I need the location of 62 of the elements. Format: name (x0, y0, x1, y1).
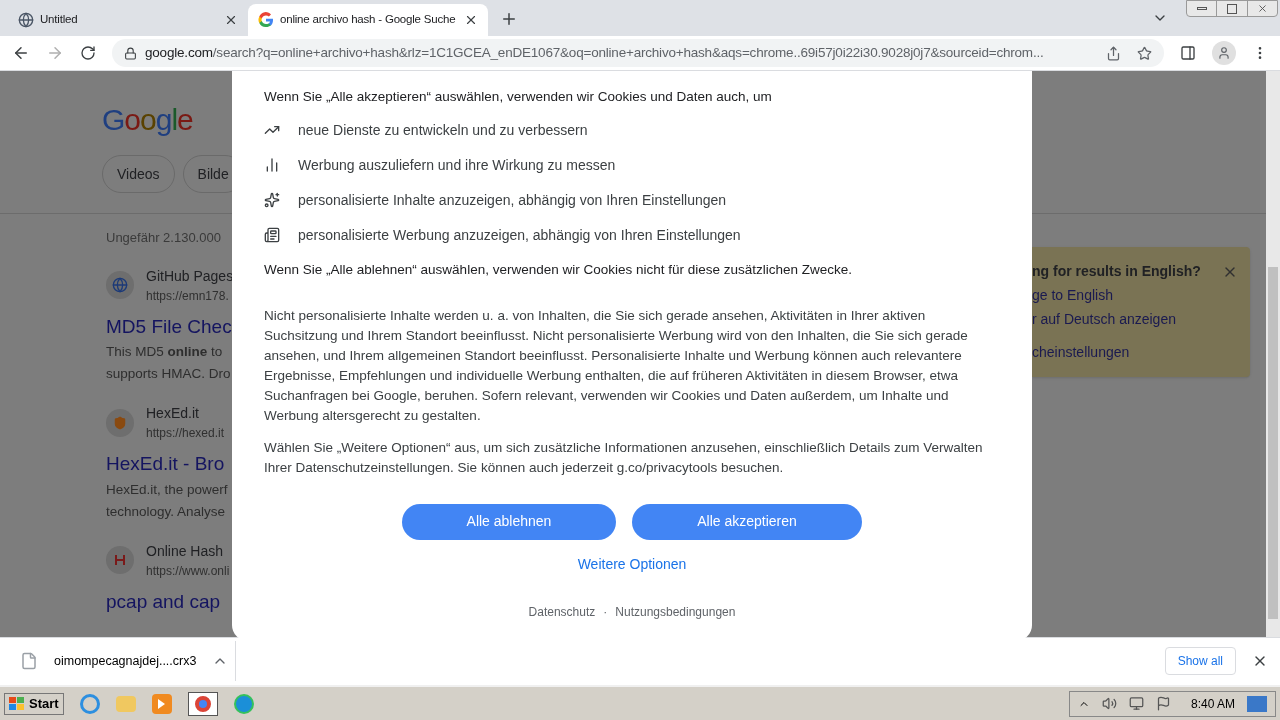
speaker-icon[interactable] (1101, 696, 1117, 712)
tab-title: online archivo hash - Google Suche (280, 12, 457, 28)
url-text: google.com/search?q=online+archivo+hash&rlz=1C1GCEA_enDE1067&oq=online+archivo+hash&aqs=chrome..69i57j0i22i30.9028j0j7&sourceid=chrom... (145, 43, 1045, 62)
result-snippet: HexEd.it, the powerf (106, 480, 229, 499)
card-link[interactable]: ge to English (1032, 285, 1238, 307)
download-item[interactable]: oimompecagnajdej....crx3 (20, 641, 236, 682)
start-button[interactable]: Start (4, 692, 64, 715)
bullet-text: Werbung auszuliefern und ihre Wirkung zu messen (298, 155, 616, 175)
result-count: Ungefähr 2.130.000 (106, 229, 222, 248)
result-snippet: technology. Analyse (106, 502, 227, 521)
card-title: ng for results in English? (1032, 262, 1201, 282)
reload-icon[interactable] (80, 45, 96, 62)
newspaper-icon (264, 227, 280, 244)
scrollbar[interactable] (1266, 71, 1280, 637)
site-name: HexEd.it (146, 404, 200, 424)
accept-button[interactable]: Alle akzeptieren (632, 503, 862, 540)
address-field[interactable]: google.com/search?q=online+archivo+hash&rlz=1C1GCEA_enDE1067&oq=online+archivo+hash&aqs=chrome..69i57j0i22i30.9028j0j7&sourceid=chrom... (112, 39, 1164, 68)
windows-logo-icon (9, 696, 25, 711)
profile-icon[interactable] (1212, 41, 1236, 66)
side-panel-icon[interactable] (1180, 45, 1196, 62)
globe-icon (18, 11, 34, 28)
info-paragraph: Nicht personalisierte Inhalte werden u. a. von Inhalten, die Sie sich gerade ansehen, Aktivitäten in Ihrer aktiven Suchsitzung und Ihrem Standort beeinflusst. Nicht personalisierte Werbung wird von den Inhalten, die Sie sich gerade ansehen, und Ihrem allgemeinen Standort beeinflusst. Personalisierte Inhalte und Werbung können auch relevantere Ergebnisse, Empfehlungen und individuelle Werbung enthalten, die auf früheren Aktivitäten in diesem Browser, etwa Suchanfragen bei Google, beruhen. Sofern relevant, verwenden wir Cookies und Daten außerdem, um Inhalte und Werbung altersgerecht zu gestalten. (264, 306, 969, 425)
bullet-text: personalisierte Inhalte anzuzeigen, abhängig von Ihren Einstellungen (298, 190, 727, 210)
terms-link[interactable]: Nutzungsbedingungen (615, 602, 736, 621)
sparkle-icon (264, 192, 280, 209)
file-name: oimompecagnajdej....crx3 (54, 653, 197, 671)
reject-button[interactable]: Alle ablehnen (402, 503, 616, 540)
bullet-text: personalisierte Werbung anzuzeigen, abhängig von Ihren Einstellungen (298, 225, 741, 245)
google-logo: Google (102, 105, 193, 136)
card-link[interactable]: cheinstellungen (1032, 342, 1238, 364)
site-url: https://hexed.it (146, 425, 225, 443)
google-icon (258, 11, 274, 28)
browser-tab[interactable]: online archivo hash - Google Suche (248, 3, 488, 36)
result-snippet: This MD5 online to (106, 343, 224, 362)
file-icon (20, 652, 38, 671)
share-icon[interactable] (1106, 45, 1121, 61)
tab-title: Untitled (40, 12, 79, 28)
network-icon[interactable] (1128, 696, 1144, 712)
card-link[interactable]: r auf Deutsch anzeigen (1032, 309, 1238, 331)
shield-icon (106, 408, 134, 437)
clock: 8:40 AM (1190, 695, 1235, 713)
intro-text: Wenn Sie „Alle akzeptieren“ auswählen, verwenden wir Cookies und Daten auch, um (264, 88, 773, 107)
site-name: Online Hash (146, 541, 225, 561)
bookmark-icon[interactable] (1137, 45, 1152, 61)
result-snippet: supports HMAC. Dro (106, 365, 232, 384)
reject-note: Wenn Sie „Alle ablehnen“ auswählen, verwenden wir Cookies nicht für diese zusätzlichen Zwecke. (264, 260, 854, 279)
letter-h-icon (106, 546, 134, 575)
bullet-text: neue Dienste zu entwickeln und zu verbessern (298, 120, 588, 140)
chrome-icon[interactable] (187, 691, 218, 716)
separator-dot: · (603, 603, 608, 621)
flag-icon[interactable] (1155, 696, 1171, 712)
site-name: GitHub Pages (146, 266, 234, 286)
privacy-link[interactable]: Datenschutz (528, 602, 596, 621)
site-url: https://emn178. (146, 287, 230, 305)
media-player-icon[interactable] (151, 693, 172, 714)
show-all-button[interactable]: Show all (1164, 647, 1236, 676)
globe-icon (106, 271, 134, 300)
info-paragraph: Wählen Sie „Weitere Optionen“ aus, um sich zusätzliche Informationen anzusehen, einschließlich Details zum Verwalten Ihrer Datenschutzeinstellungen. Sie können auch jederzeit g.co/privacytools besuchen. (264, 438, 984, 477)
site-url: https://www.onli (146, 562, 230, 580)
bar-chart-icon (264, 157, 280, 174)
lock-icon (124, 46, 137, 60)
more-options-link[interactable]: Weitere Optionen (577, 553, 687, 575)
